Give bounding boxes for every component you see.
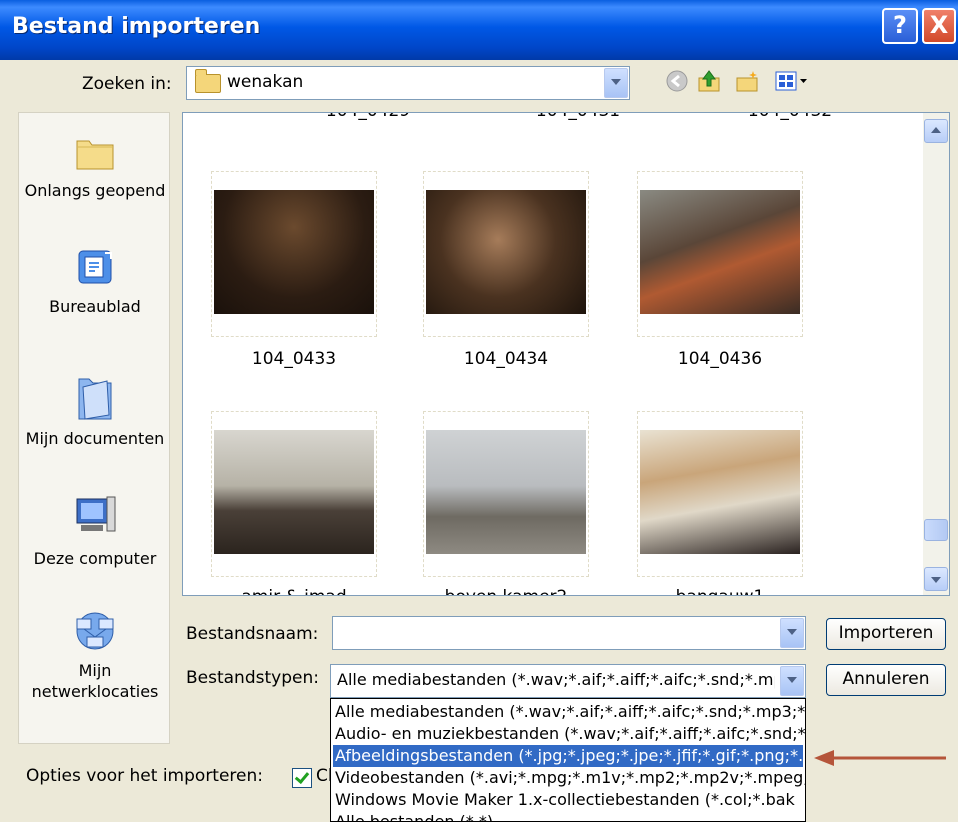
photo-image xyxy=(640,430,800,554)
file-thumbnail[interactable] xyxy=(637,411,803,577)
file-label[interactable]: boven kamer2 xyxy=(411,587,601,595)
file-label[interactable]: amir & imad xyxy=(199,587,389,595)
scroll-down-button[interactable] xyxy=(924,567,948,591)
annotation-arrow-icon xyxy=(814,750,946,766)
file-label[interactable]: 104_0433 xyxy=(199,349,389,369)
network-places-icon xyxy=(76,612,114,650)
place-label: Onlangs geopend xyxy=(24,181,166,200)
file-thumbnail[interactable] xyxy=(423,411,589,577)
place-desktop[interactable]: Bureaublad xyxy=(19,247,171,317)
filename-label: Bestandsnaam: xyxy=(186,624,319,644)
folder-icon xyxy=(195,69,221,93)
places-bar: Onlangs geopend Bureaublad Mijn document… xyxy=(18,112,170,744)
computer-icon xyxy=(76,496,116,532)
filename-dropdown-button[interactable] xyxy=(780,618,804,648)
import-dialog: Bestand importeren ? X Zoeken in: wenaka… xyxy=(0,0,958,822)
place-network[interactable]: Mijn netwerklocaties xyxy=(19,611,171,702)
filetype-combo[interactable]: Alle mediabestanden (*.wav;*.aif;*.aiff;… xyxy=(330,664,806,698)
file-list[interactable]: 104_0429 104_0431 104_0432 104_0433 104_… xyxy=(182,112,950,596)
photo-image xyxy=(214,190,374,314)
view-menu-icon[interactable] xyxy=(774,68,810,94)
scroll-up-button[interactable] xyxy=(924,119,948,143)
filetype-option[interactable]: Alle bestanden (*.*) xyxy=(335,811,493,821)
photo-image xyxy=(640,190,800,314)
file-label[interactable]: bangauw1 xyxy=(625,587,815,595)
place-documents[interactable]: Mijn documenten xyxy=(19,369,171,449)
title-bar[interactable]: Bestand importeren ? X xyxy=(0,0,958,60)
look-in-value: wenakan xyxy=(227,72,304,92)
place-label: Deze computer xyxy=(33,549,157,568)
file-thumbnail[interactable] xyxy=(211,411,377,577)
back-icon[interactable] xyxy=(664,68,690,94)
filetype-dropdown-button[interactable] xyxy=(780,666,804,696)
file-thumbnail[interactable] xyxy=(423,171,589,337)
filetype-option-selected[interactable]: Afbeeldingsbestanden (*.jpg;*.jpeg;*.jpe… xyxy=(333,745,805,767)
import-option-checkbox[interactable] xyxy=(292,768,312,788)
filetype-option[interactable]: Audio- en muziekbestanden (*.wav;*.aif;*… xyxy=(335,723,805,745)
close-button[interactable]: X xyxy=(922,8,956,44)
look-in-dropdown-button[interactable] xyxy=(604,68,628,98)
file-label[interactable]: 104_0436 xyxy=(625,349,815,369)
photo-image xyxy=(214,430,374,554)
dialog-title: Bestand importeren xyxy=(12,14,261,39)
place-label: Mijn documenten xyxy=(25,429,165,448)
recent-folder-icon xyxy=(76,140,114,170)
file-label: 104_0432 xyxy=(695,113,885,121)
file-label[interactable]: 104_0434 xyxy=(411,349,601,369)
photo-image xyxy=(426,430,586,554)
filetype-selected: Alle mediabestanden (*.wav;*.aif;*.aiff;… xyxy=(337,670,775,689)
file-label: 104_0431 xyxy=(483,113,673,121)
filetype-option[interactable]: Windows Movie Maker 1.x-collectiebestand… xyxy=(335,789,795,811)
import-button[interactable]: Importeren xyxy=(826,618,946,650)
filename-combo[interactable] xyxy=(332,616,806,650)
file-list-scrollbar[interactable] xyxy=(923,113,949,595)
file-thumbnail[interactable] xyxy=(637,171,803,337)
help-button[interactable]: ? xyxy=(882,8,918,44)
desktop-icon xyxy=(78,250,112,284)
look-in-label: Zoeken in: xyxy=(82,74,172,94)
file-thumbnail[interactable] xyxy=(211,171,377,337)
filetype-option[interactable]: Videobestanden (*.avi;*.mpg;*.m1v;*.mp2;… xyxy=(335,767,805,789)
filetype-dropdown-list[interactable]: Alle mediabestanden (*.wav;*.aif;*.aiff;… xyxy=(330,698,806,822)
file-label: 104_0429 xyxy=(273,113,463,121)
place-recent[interactable]: Onlangs geopend xyxy=(19,133,171,201)
look-in-combo[interactable]: wenakan xyxy=(186,66,630,100)
my-documents-icon xyxy=(78,378,112,420)
up-folder-icon[interactable] xyxy=(696,68,722,94)
place-label: Bureaublad xyxy=(49,297,141,316)
cancel-button[interactable]: Annuleren xyxy=(826,664,946,696)
place-label: Mijn netwerklocaties xyxy=(31,661,159,701)
place-computer[interactable]: Deze computer xyxy=(19,495,171,569)
filetype-option[interactable]: Alle mediabestanden (*.wav;*.aif;*.aiff;… xyxy=(335,701,805,723)
new-folder-icon[interactable] xyxy=(734,68,760,94)
import-options-label: Opties voor het importeren: xyxy=(26,766,264,786)
photo-image xyxy=(426,190,586,314)
filetype-label: Bestandstypen: xyxy=(186,668,319,688)
scroll-thumb[interactable] xyxy=(924,519,948,541)
